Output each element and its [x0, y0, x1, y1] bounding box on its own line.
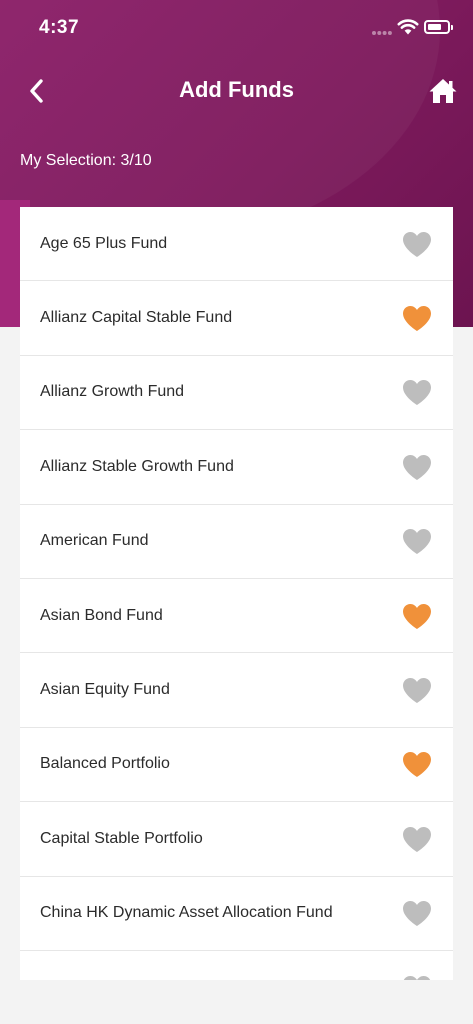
- fund-row[interactable]: Allianz Growth Fund: [20, 356, 453, 431]
- fund-name: China HK Dynamic Asset Allocation Fund a…: [40, 979, 383, 980]
- fund-list: Age 65 Plus Fund Allianz Capital Stable F…: [20, 207, 453, 980]
- fund-row[interactable]: China HK Dynamic Asset Allocation Fund a…: [20, 951, 453, 980]
- add-funds-screen: 4:37 Add Funds My Selection: 3/10 Age 65…: [0, 0, 473, 1024]
- cellular-signal-icon: [372, 31, 392, 35]
- navigation-bar: Add Funds: [0, 62, 473, 120]
- fund-row[interactable]: Asian Equity Fund: [20, 653, 453, 728]
- battery-icon: [424, 20, 453, 34]
- fund-row[interactable]: Age 65 Plus Fund: [20, 207, 453, 282]
- heart-filled-icon[interactable]: [400, 749, 434, 779]
- heart-filled-icon[interactable]: [400, 601, 434, 631]
- fund-row[interactable]: China HK Dynamic Asset Allocation Fund: [20, 877, 453, 951]
- status-time: 4:37: [39, 17, 80, 38]
- fund-row[interactable]: Capital Stable Portfolio: [20, 802, 453, 877]
- battery-cap: [451, 25, 453, 30]
- heart-icon[interactable]: [400, 898, 434, 928]
- fund-name: American Fund: [40, 532, 149, 550]
- heart-icon[interactable]: [400, 824, 434, 854]
- fund-name: Asian Bond Fund: [40, 606, 163, 624]
- selection-count: My Selection: 3/10: [20, 152, 152, 169]
- heart-icon[interactable]: [400, 973, 434, 980]
- home-button[interactable]: [424, 72, 462, 110]
- heart-icon[interactable]: [400, 377, 434, 407]
- heart-icon[interactable]: [400, 229, 434, 259]
- fund-name: Asian Equity Fund: [40, 681, 170, 699]
- fund-name: Balanced Portfolio: [40, 755, 170, 773]
- home-icon: [429, 79, 457, 103]
- wifi-icon: [397, 19, 419, 35]
- status-bar: 4:37: [0, 0, 473, 60]
- fund-name: Allianz Growth Fund: [40, 383, 185, 401]
- fund-name: Allianz Capital Stable Fund: [40, 309, 233, 327]
- battery-level: [428, 24, 441, 30]
- heart-icon[interactable]: [400, 526, 434, 556]
- fund-row[interactable]: Allianz Capital Stable Fund: [20, 281, 453, 356]
- page-title: Add Funds: [179, 77, 294, 102]
- fund-name: Allianz Stable Growth Fund: [40, 457, 234, 475]
- fund-row[interactable]: Allianz Stable Growth Fund: [20, 430, 453, 505]
- fund-name: Capital Stable Portfolio: [40, 829, 203, 847]
- fund-row[interactable]: American Fund: [20, 505, 453, 579]
- fund-name: China HK Dynamic Asset Allocation Fund: [40, 904, 333, 922]
- heart-icon[interactable]: [400, 675, 434, 705]
- heart-icon[interactable]: [400, 452, 434, 482]
- fund-row[interactable]: Balanced Portfolio: [20, 728, 453, 803]
- heart-filled-icon[interactable]: [400, 303, 434, 333]
- fund-name: Age 65 Plus Fund: [40, 234, 168, 252]
- fund-row[interactable]: Asian Bond Fund: [20, 579, 453, 654]
